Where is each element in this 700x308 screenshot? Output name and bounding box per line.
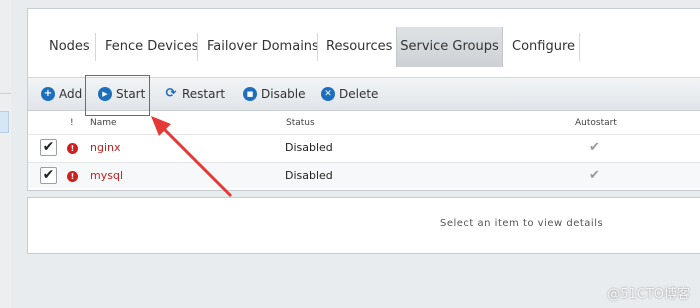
details-pane: Select an item to view details <box>27 197 700 254</box>
disable-button[interactable]: ■ Disable <box>243 78 306 110</box>
column-header-autostart[interactable]: Autostart <box>575 112 617 134</box>
tab-fence-devices[interactable]: Fence Devices <box>105 27 199 67</box>
disable-label: Disable <box>261 87 306 101</box>
refresh-icon: ⟳ <box>165 86 177 101</box>
service-status: Disabled <box>285 141 333 154</box>
plus-circle-icon: + <box>41 87 55 101</box>
column-header-status[interactable]: Status <box>286 112 315 134</box>
delete-button[interactable]: ✕ Delete <box>321 78 379 110</box>
sidebar-strip <box>0 0 11 308</box>
annotation-highlight-box <box>85 75 150 116</box>
tab-service-groups[interactable]: Service Groups <box>396 27 503 67</box>
row-checkbox[interactable]: ✔ <box>40 139 57 156</box>
sidebar-selected-item[interactable] <box>0 111 9 133</box>
x-circle-icon: ✕ <box>321 87 335 101</box>
row-checkbox[interactable]: ✔ <box>40 167 57 184</box>
tab-failover-domains[interactable]: Failover Domains <box>207 27 319 67</box>
autostart-checkmark-icon: ✔ <box>589 168 600 183</box>
add-label: Add <box>59 87 83 101</box>
service-name[interactable]: mysql <box>90 163 123 189</box>
restart-label: Restart <box>182 87 226 101</box>
column-header-alert[interactable]: ! <box>70 112 74 134</box>
tab-divider <box>317 33 318 61</box>
stop-circle-icon: ■ <box>243 87 257 101</box>
table-row[interactable]: ✔ ! nginx Disabled ✔ <box>28 134 700 160</box>
add-button[interactable]: + Add <box>41 78 85 110</box>
service-name[interactable]: nginx <box>90 135 121 161</box>
tab-divider <box>197 33 198 61</box>
delete-label: Delete <box>339 87 379 101</box>
sidebar-divider <box>0 93 11 94</box>
tab-nodes[interactable]: Nodes <box>49 27 90 67</box>
details-empty-text: Select an item to view details <box>440 218 604 229</box>
autostart-checkmark-icon: ✔ <box>589 140 600 155</box>
exclamation-circle-icon: ! <box>67 171 78 182</box>
table-row[interactable]: ✔ ! mysql Disabled ✔ <box>28 162 700 188</box>
tab-configure[interactable]: Configure <box>512 27 575 67</box>
exclamation-circle-icon: ! <box>67 143 78 154</box>
service-status: Disabled <box>285 169 333 182</box>
tab-divider <box>95 33 96 61</box>
restart-button[interactable]: ⟳ Restart <box>164 78 226 110</box>
tab-resources[interactable]: Resources <box>326 27 392 67</box>
watermark-text: @51CTO博客 <box>607 287 690 302</box>
tab-divider <box>579 33 580 61</box>
tab-bar: Nodes Fence Devices Failover Domains Res… <box>28 27 700 67</box>
